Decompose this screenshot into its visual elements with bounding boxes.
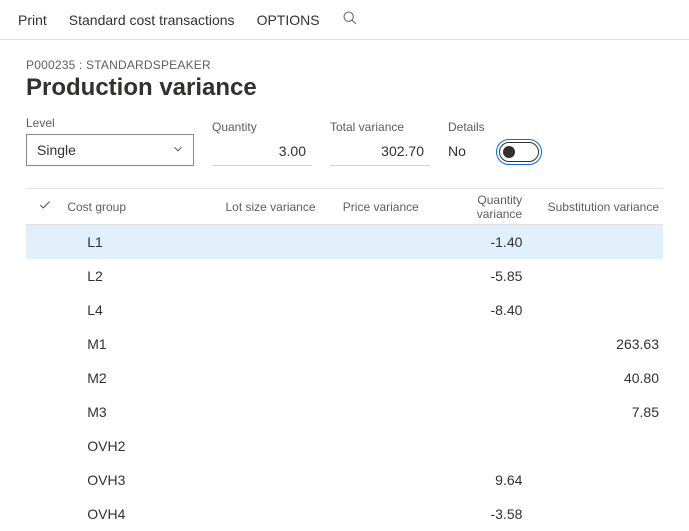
quantity-label: Quantity (212, 120, 312, 134)
table-row[interactable]: L2 -5.85 (26, 259, 663, 293)
cell-cost-group: M2 (63, 370, 209, 386)
cell-substitution: 40.80 (532, 370, 663, 386)
check-icon[interactable] (26, 198, 63, 215)
col-cost-group[interactable]: Cost group (63, 200, 208, 214)
cell-cost-group: L1 (63, 234, 209, 250)
variance-table: Cost group Lot size variance Price varia… (26, 188, 663, 531)
search-icon[interactable] (342, 10, 358, 29)
table-row[interactable]: M3 7.85 (26, 395, 663, 429)
fields-row: Level Single Quantity 3.00 Total varianc… (26, 116, 663, 166)
cell-quantity: 9.64 (429, 472, 532, 488)
total-variance-field: Total variance 302.70 (330, 120, 430, 166)
cell-cost-group: OVH2 (63, 438, 209, 454)
cell-cost-group: L4 (63, 302, 209, 318)
col-quantity[interactable]: Quantity variance (429, 193, 532, 221)
total-variance-value: 302.70 (330, 138, 430, 166)
details-field: Details No (448, 120, 539, 166)
cell-quantity: -8.40 (429, 302, 532, 318)
table-body: L1 -1.40 L2 -5.85 L4 -8.40 M1 263.63 M2 40.80 M3 7.… (26, 225, 663, 531)
page-title: Production variance (26, 74, 663, 102)
table-row[interactable]: L4 -8.40 (26, 293, 663, 327)
table-row[interactable]: M2 40.80 (26, 361, 663, 395)
std-cost-transactions-button[interactable]: Standard cost transactions (69, 12, 235, 28)
table-row[interactable]: L1 -1.40 (26, 225, 663, 259)
content-area: P000235 : STANDARDSPEAKER Production var… (0, 40, 689, 531)
quantity-field: Quantity 3.00 (212, 120, 312, 166)
table-row[interactable]: M1 263.63 (26, 327, 663, 361)
total-variance-label: Total variance (330, 120, 430, 134)
toggle-knob (503, 146, 515, 158)
cell-cost-group: OVH3 (63, 472, 209, 488)
level-label: Level (26, 116, 194, 130)
details-label: Details (448, 120, 485, 134)
table-row[interactable]: OVH3 9.64 (26, 463, 663, 497)
cell-substitution: 263.63 (532, 336, 663, 352)
col-lot-size[interactable]: Lot size variance (208, 200, 325, 214)
print-button[interactable]: Print (18, 12, 47, 28)
cell-cost-group: M1 (63, 336, 209, 352)
cell-cost-group: M3 (63, 404, 209, 420)
cell-substitution: 7.85 (532, 404, 663, 420)
col-price[interactable]: Price variance (326, 200, 429, 214)
level-value: Single (37, 142, 76, 158)
table-row[interactable]: OVH4 -3.58 (26, 497, 663, 531)
table-row[interactable]: OVH2 (26, 429, 663, 463)
details-value: No (448, 138, 485, 166)
cell-cost-group: OVH4 (63, 506, 209, 522)
level-select[interactable]: Single (26, 134, 194, 166)
toolbar: Print Standard cost transactions OPTIONS (0, 0, 689, 40)
details-toggle[interactable] (499, 142, 539, 162)
options-button[interactable]: OPTIONS (257, 12, 320, 28)
quantity-value: 3.00 (212, 138, 312, 166)
cell-quantity: -5.85 (429, 268, 532, 284)
col-substitution[interactable]: Substitution variance (532, 200, 663, 214)
cell-quantity: -3.58 (429, 506, 532, 522)
cell-cost-group: L2 (63, 268, 209, 284)
cell-quantity: -1.40 (429, 234, 532, 250)
table-header: Cost group Lot size variance Price varia… (26, 189, 663, 225)
level-field: Level Single (26, 116, 194, 166)
chevron-down-icon (171, 142, 185, 159)
record-id: P000235 : STANDARDSPEAKER (26, 58, 663, 72)
